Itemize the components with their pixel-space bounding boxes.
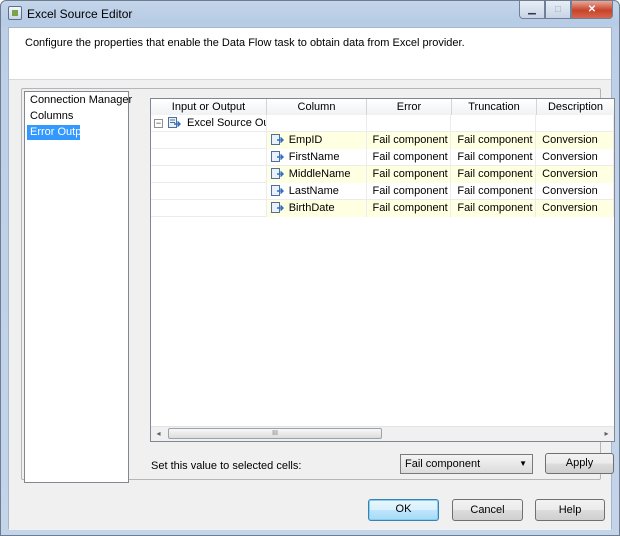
dropdown-arrow-icon: ▼ [519,459,527,468]
grid-header: Input or Output Column Error Truncation … [151,99,614,115]
column-header-truncation[interactable]: Truncation [452,99,537,115]
description-cell[interactable]: Conversion [536,132,614,149]
description-cell[interactable]: Conversion [536,166,614,183]
column-icon [270,151,284,162]
set-value-label: Set this value to selected cells: [151,460,302,472]
table-row[interactable]: EmpID Fail component Fail component Conv… [151,132,614,149]
error-cell[interactable]: Fail component [367,183,452,200]
error-cell[interactable]: Fail component [367,149,452,166]
header-description: Configure the properties that enable the… [25,37,465,49]
description-cell[interactable]: Conversion [536,200,614,217]
page-navigation-list: Connection Manager Columns Error Output [24,91,132,483]
apply-button[interactable]: Apply [545,453,614,474]
maximize-icon: □ [554,4,562,15]
description-cell[interactable]: Conversion [536,183,614,200]
scrollbar-thumb[interactable]: III [168,428,382,439]
column-header-column[interactable]: Column [267,99,367,115]
minimize-icon: ▁ [528,4,536,15]
empty-cell [151,200,267,217]
column-name-cell[interactable]: MiddleName [266,166,367,183]
empty-cell [151,183,267,200]
close-button[interactable]: ✕ [571,1,613,19]
grid-rows: − Excel Source Out... [151,115,614,217]
column-name: LastName [288,185,339,197]
column-header-error[interactable]: Error [367,99,452,115]
nav-item-columns[interactable]: Columns [27,109,126,124]
column-icon [270,134,284,145]
table-row[interactable]: LastName Fail component Fail component C… [151,183,614,200]
help-button[interactable]: Help [535,499,605,521]
description-cell[interactable]: Conversion [536,149,614,166]
error-cell[interactable]: Fail component [366,200,452,217]
table-row[interactable]: MiddleName Fail component Fail component… [151,166,614,183]
scroll-left-icon[interactable]: ◂ [151,427,166,441]
collapse-toggle-icon[interactable]: − [154,119,163,128]
empty-cell [451,115,537,132]
horizontal-scrollbar[interactable]: ◂ III ▸ [151,426,614,441]
empty-cell [151,132,267,149]
output-icon [168,117,181,128]
column-icon [270,168,284,179]
column-header-input-or-output[interactable]: Input or Output [151,99,267,115]
column-name-cell[interactable]: FirstName [267,149,367,166]
nav-item-error-output[interactable]: Error Output [27,125,91,140]
output-group-cell: − Excel Source Out... [151,115,267,132]
error-cell[interactable]: Fail component [366,132,452,149]
table-row[interactable]: BirthDate Fail component Fail component … [151,200,614,217]
close-icon: ✕ [587,4,597,15]
window-controls: ▁ □ ✕ [519,1,613,19]
output-group-row[interactable]: − Excel Source Out... [151,115,614,132]
column-header-description[interactable]: Description [537,99,614,115]
column-name: BirthDate [288,202,335,214]
maximize-button[interactable]: □ [545,1,571,19]
empty-cell [267,115,367,132]
minimize-button[interactable]: ▁ [519,1,545,19]
cancel-button[interactable]: Cancel [452,499,523,521]
truncation-cell[interactable]: Fail component [451,200,537,217]
set-value-dropdown[interactable]: Fail component ▼ [400,454,533,474]
column-name: MiddleName [288,168,351,180]
nav-item-connection-manager[interactable]: Connection Manager [27,93,132,108]
column-icon [270,185,284,196]
table-row[interactable]: FirstName Fail component Fail component … [151,149,614,166]
grip-icon: III [272,430,278,437]
column-icon [270,202,284,213]
column-name: EmpID [288,134,323,146]
truncation-cell[interactable]: Fail component [451,149,537,166]
output-group-label: Excel Source Out... [187,117,266,129]
column-name: FirstName [288,151,340,163]
dialog-body: Connection Manager Columns Error Output … [9,80,615,530]
window-title: Excel Source Editor [27,7,133,21]
dialog-client-area: Configure the properties that enable the… [8,27,615,530]
column-name-cell[interactable]: LastName [267,183,367,200]
content-frame: Connection Manager Columns Error Output … [21,88,615,483]
title-bar[interactable]: Excel Source Editor ▁ □ ✕ [1,1,619,27]
error-output-grid: Input or Output Column Error Truncation … [150,98,615,442]
empty-cell [367,115,452,132]
truncation-cell[interactable]: Fail component [451,132,537,149]
empty-cell [151,166,267,183]
column-name-cell[interactable]: EmpID [266,132,367,149]
empty-cell [536,115,614,132]
ok-button[interactable]: OK [368,499,439,521]
empty-cell [151,149,267,166]
header-band: Configure the properties that enable the… [9,28,611,80]
truncation-cell[interactable]: Fail component [451,166,537,183]
truncation-cell[interactable]: Fail component [451,183,537,200]
column-name-cell[interactable]: BirthDate [266,200,367,217]
app-icon [8,6,22,20]
dropdown-selected-value: Fail component [405,458,481,470]
scroll-right-icon[interactable]: ▸ [599,427,614,441]
error-cell[interactable]: Fail component [366,166,452,183]
excel-source-editor-window: Excel Source Editor ▁ □ ✕ Configure the … [0,0,620,536]
